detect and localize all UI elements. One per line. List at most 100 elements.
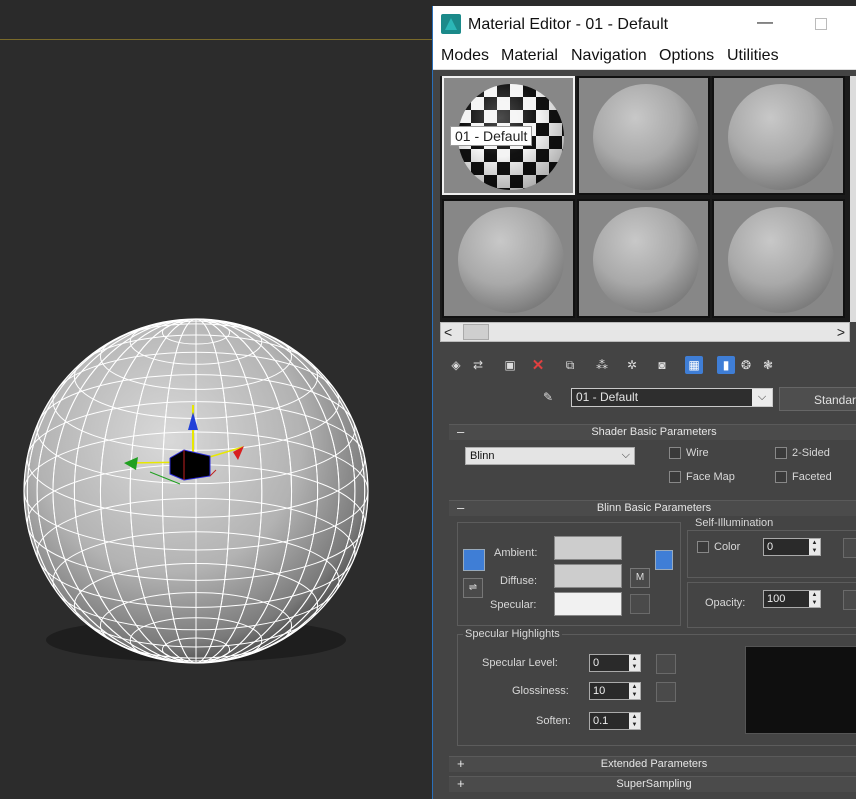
- material-editor-window: Material Editor - 01 - Default — Modes M…: [432, 6, 856, 799]
- opacity-label: Opacity:: [705, 597, 746, 609]
- diffuse-label: Diffuse:: [500, 575, 538, 587]
- eyedropper-icon[interactable]: ✎: [543, 390, 557, 404]
- face-map-checkbox[interactable]: [669, 471, 681, 483]
- faceted-label: Faceted: [792, 471, 832, 483]
- sphere-preview: [728, 207, 834, 313]
- highlight-curve-graph: [745, 646, 856, 734]
- go-to-parent-icon[interactable]: ❂: [737, 356, 755, 374]
- specular-label: Specular:: [490, 599, 537, 611]
- minimize-button[interactable]: —: [755, 13, 775, 33]
- spinner-arrows-icon: ▲ ▼: [629, 655, 640, 671]
- sample-slot-2[interactable]: [577, 76, 710, 195]
- spinner-arrows-icon: ▲ ▼: [629, 683, 640, 699]
- sample-slot-6[interactable]: [712, 199, 845, 318]
- face-map-label: Face Map: [686, 471, 735, 483]
- get-material-icon[interactable]: ◈: [447, 356, 465, 374]
- sample-slot-5[interactable]: [577, 199, 710, 318]
- rollout-blinn-basic[interactable]: – Blinn Basic Parameters: [449, 500, 856, 516]
- sample-slot-4[interactable]: [442, 199, 575, 318]
- glossiness-label: Glossiness:: [512, 685, 569, 697]
- sample-slot-1[interactable]: 01 - Default: [442, 76, 575, 195]
- soften-label: Soften:: [536, 715, 571, 727]
- glossiness-map-button[interactable]: [656, 682, 676, 702]
- viewport[interactable]: [0, 0, 432, 799]
- rollout-extended-parameters[interactable]: + Extended Parameters: [449, 756, 856, 772]
- scroll-right-button[interactable]: >: [837, 324, 845, 340]
- menu-utilities[interactable]: Utilities: [727, 47, 779, 65]
- wire-label: Wire: [686, 447, 709, 459]
- background-checker-icon[interactable]: ▦: [685, 356, 703, 374]
- make-unique-icon[interactable]: ⧉: [561, 356, 579, 374]
- slots-horizontal-scrollbar[interactable]: < >: [440, 322, 850, 342]
- sample-slot-3[interactable]: [712, 76, 845, 195]
- go-forward-sibling-icon[interactable]: ❃: [759, 356, 777, 374]
- material-id-channel-icon[interactable]: ✲: [623, 356, 641, 374]
- rollout-title: Shader Basic Parameters: [591, 426, 717, 438]
- scroll-left-button[interactable]: <: [444, 324, 452, 340]
- self-illum-map-button[interactable]: [843, 538, 856, 558]
- self-illum-color-label: Color: [714, 541, 741, 553]
- slot-tooltip: 01 - Default: [450, 126, 533, 146]
- menu-options[interactable]: Options: [659, 47, 714, 65]
- put-to-library-icon[interactable]: ⁂: [593, 356, 611, 374]
- diffuse-map-button[interactable]: M: [630, 568, 650, 588]
- collapse-icon: –: [457, 500, 465, 515]
- opacity-spinner[interactable]: 100 ▲ ▼: [763, 590, 821, 608]
- material-name-field[interactable]: 01 - Default ⌵: [571, 388, 773, 407]
- self-illum-spinner[interactable]: 0 ▲ ▼: [763, 538, 821, 556]
- maximize-button[interactable]: [815, 18, 827, 30]
- sphere-preview: [593, 84, 699, 190]
- ambient-color-swatch[interactable]: [554, 536, 622, 560]
- sphere-preview: [458, 207, 564, 313]
- expand-icon: +: [457, 756, 465, 771]
- specular-map-button[interactable]: [630, 594, 650, 614]
- collapse-icon: –: [457, 424, 465, 439]
- viewport-canvas: [23, 318, 369, 664]
- two-sided-checkbox[interactable]: [775, 447, 787, 459]
- slots-vertical-scrollbar[interactable]: [850, 76, 856, 322]
- scroll-thumb[interactable]: [463, 324, 489, 340]
- show-in-viewport-icon[interactable]: ◙: [653, 356, 671, 374]
- menu-modes[interactable]: Modes: [441, 47, 489, 65]
- material-type-button[interactable]: Standard: [779, 387, 856, 411]
- menu-material[interactable]: Material: [501, 47, 558, 65]
- rollout-title: SuperSampling: [616, 778, 692, 790]
- 3dsmax-app-icon: [441, 14, 461, 34]
- reset-map-icon[interactable]: ✕: [529, 356, 547, 374]
- lock-ambient-diffuse-icon[interactable]: [463, 549, 485, 571]
- faceted-checkbox[interactable]: [775, 471, 787, 483]
- wire-checkbox[interactable]: [669, 447, 681, 459]
- menu-navigation[interactable]: Navigation: [571, 47, 647, 65]
- window-title: Material Editor - 01 - Default: [468, 16, 669, 33]
- rollout-title: Extended Parameters: [600, 758, 708, 770]
- specular-color-swatch[interactable]: [554, 592, 622, 616]
- diffuse-color-swatch[interactable]: [554, 564, 622, 588]
- title-bar[interactable]: Material Editor - 01 - Default —: [433, 6, 856, 44]
- spinner-arrows-icon: ▲ ▼: [629, 713, 640, 729]
- opacity-map-button[interactable]: [843, 590, 856, 610]
- spinner-arrows-icon: ▲ ▼: [809, 539, 820, 555]
- ambient-label: Ambient:: [494, 547, 538, 559]
- chevron-down-icon[interactable]: ⌵: [752, 389, 772, 406]
- menu-bar: Modes Material Navigation Options Utilit…: [433, 44, 856, 70]
- lock-icon[interactable]: [655, 550, 673, 570]
- rollout-title: Blinn Basic Parameters: [596, 502, 712, 514]
- sample-slots: 01 - Default: [440, 76, 856, 322]
- sphere-preview: [593, 207, 699, 313]
- material-toolbar: ◈ ⇄ ▣ ✕ ⧉ ⁂ ✲ ◙ ▦ ▮ ❂ ❃: [441, 354, 856, 378]
- self-illum-color-checkbox[interactable]: [697, 541, 709, 553]
- rollout-shader-basic[interactable]: – Shader Basic Parameters: [449, 424, 856, 440]
- chevron-down-icon: ⌵: [621, 449, 630, 461]
- put-to-scene-icon[interactable]: ⇄: [469, 356, 487, 374]
- lock-diffuse-specular-icon[interactable]: ⇌: [463, 578, 483, 598]
- soften-spinner[interactable]: 0.1 ▲ ▼: [589, 712, 641, 730]
- rollout-supersampling[interactable]: + SuperSampling: [449, 776, 856, 792]
- assign-to-selection-icon[interactable]: ▣: [501, 356, 519, 374]
- show-end-result-icon[interactable]: ▮: [717, 356, 735, 374]
- specular-level-spinner[interactable]: 0 ▲ ▼: [589, 654, 641, 672]
- glossiness-spinner[interactable]: 10 ▲ ▼: [589, 682, 641, 700]
- shader-type-select[interactable]: Blinn ⌵: [465, 447, 635, 465]
- two-sided-label: 2-Sided: [792, 447, 830, 459]
- sphere-preview: [728, 84, 834, 190]
- specular-level-map-button[interactable]: [656, 654, 676, 674]
